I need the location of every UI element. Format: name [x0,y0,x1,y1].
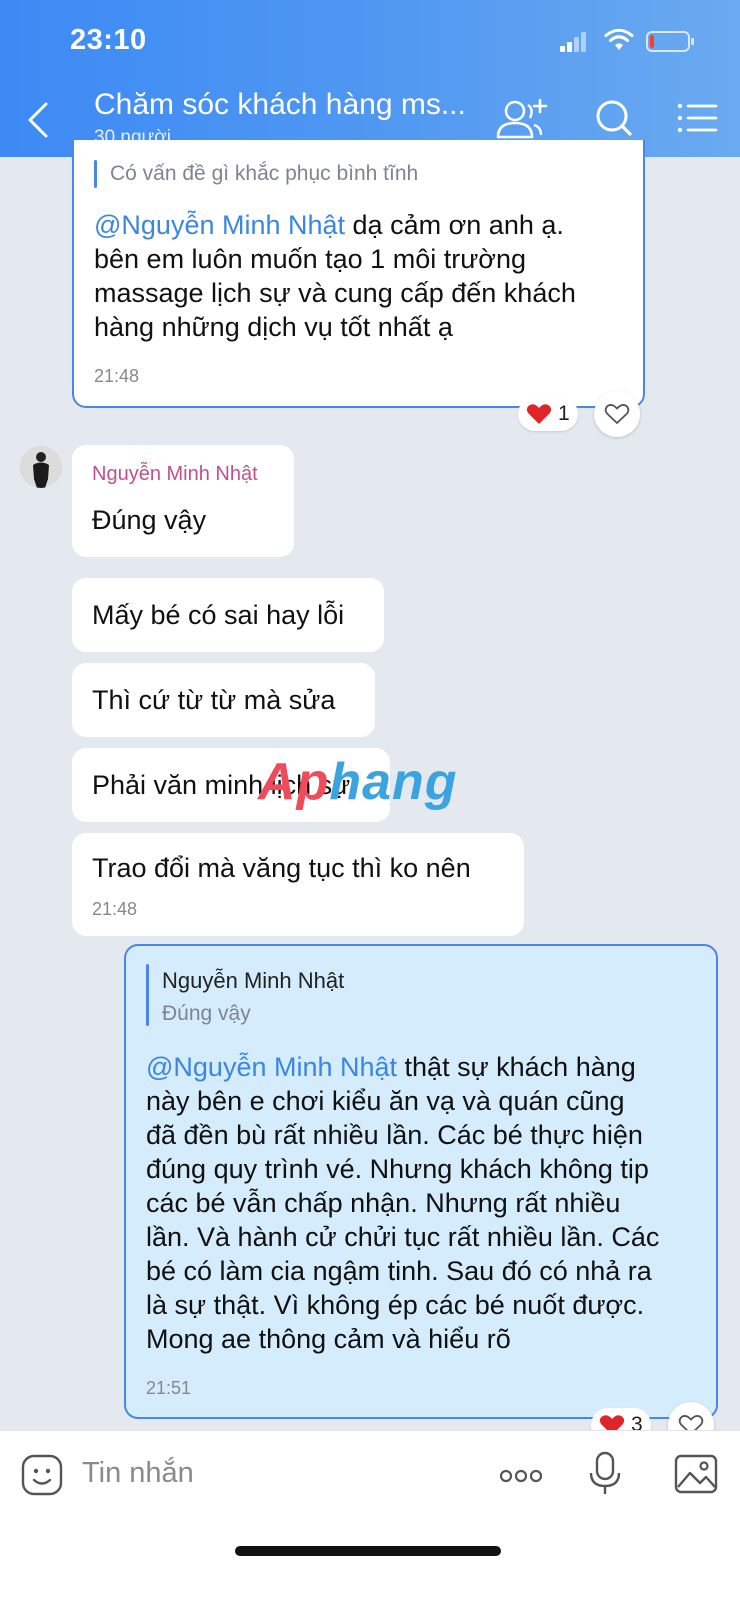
message-bubble[interactable]: Nguyễn Minh Nhật Đúng vậy [72,445,294,557]
composer-bar: Tin nhắn [0,1430,740,1600]
quoted-message: Đúng vậy [162,1002,251,1025]
mention[interactable]: @Nguyễn Minh Nhật [94,210,345,240]
mention[interactable]: @Nguyễn Minh Nhật [146,1052,397,1082]
heart-icon [526,404,552,424]
message-input[interactable]: Tin nhắn [82,1457,194,1490]
message-text: Đúng vậy [92,505,207,535]
message-bubble[interactable]: Mấy bé có sai hay lỗi [72,578,384,652]
menu-icon[interactable] [674,96,730,142]
battery-icon [646,31,694,52]
add-member-icon[interactable] [494,96,550,142]
message-text: Trao đổi mà văng tục thì ko nên [92,853,471,883]
signal-icon [560,32,586,52]
heart-outline-icon [604,404,630,425]
microphone-icon[interactable] [582,1451,628,1497]
message-text: @Nguyễn Minh Nhật dạ cảm ơn anh ạ. bên e… [94,210,576,342]
message-time: 21:51 [146,1378,192,1398]
more-icon[interactable] [498,1453,544,1499]
home-indicator [235,1546,501,1556]
image-icon[interactable] [673,1451,719,1497]
message-bubble[interactable]: Trao đổi mà văng tục thì ko nên 21:48 [72,833,524,936]
avatar[interactable] [20,446,62,488]
reaction-badge[interactable]: 1 [518,397,578,431]
watermark-logo: Aphang [258,753,458,811]
back-icon[interactable] [20,98,56,142]
sticker-icon[interactable] [20,1453,66,1499]
chat-header: 23:10 Chăm sóc khách hàng ms... 30 người [0,0,740,157]
react-heart-button[interactable] [594,391,640,437]
message-time: 21:48 [94,366,140,386]
person-icon [20,446,62,488]
message-bubble[interactable]: Thì cứ từ từ mà sửa [72,663,375,737]
quoted-message: Có vấn đề gì khắc phục bình tĩnh [110,162,419,185]
message-text: @Nguyễn Minh Nhật thật sự khách hàng này… [146,1052,660,1354]
message-text: Thì cứ từ từ mà sửa [92,685,336,715]
message-bubble[interactable]: Nguyễn Minh Nhật Đúng vậy @Nguyễn Minh N… [124,944,718,1419]
quoted-sender: Nguyễn Minh Nhật [162,968,345,993]
sender-name[interactable]: Nguyễn Minh Nhật [92,463,258,486]
group-title[interactable]: Chăm sóc khách hàng ms... [94,88,466,122]
message-bubble[interactable]: Có vấn đề gì khắc phục bình tĩnh @Nguyễn… [72,140,645,408]
wifi-icon [604,28,634,50]
message-time: 21:48 [92,899,138,919]
search-icon[interactable] [588,96,644,142]
status-time: 23:10 [70,24,147,56]
message-text: Mấy bé có sai hay lỗi [92,600,345,630]
reaction-count: 1 [558,402,570,425]
